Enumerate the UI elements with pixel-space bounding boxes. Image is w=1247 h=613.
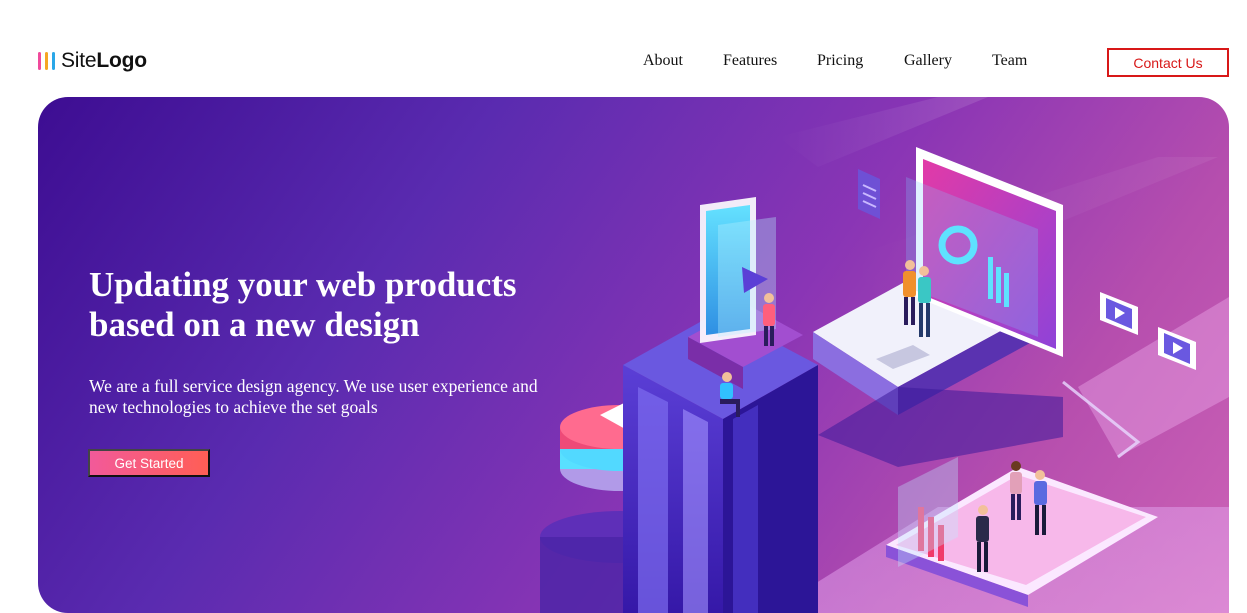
film-strip-icon-1: [1100, 292, 1138, 335]
nav-link-gallery[interactable]: Gallery: [904, 52, 952, 70]
tower-stripe-2: [683, 409, 708, 613]
tower-stripe-1: [638, 387, 668, 613]
nav-link-pricing[interactable]: Pricing: [817, 52, 863, 70]
screen-bar-3: [1004, 273, 1009, 307]
logo-text-light: Site: [61, 49, 97, 72]
logo-bar-blue: [52, 52, 55, 70]
hero-subtitle: We are a full service design agency. We …: [89, 376, 538, 417]
light-beam-1: [778, 97, 988, 167]
logo-bar-orange: [45, 52, 48, 70]
hero-title: Updating your web products based on a ne…: [89, 265, 517, 344]
document-icon: [858, 169, 880, 219]
site-logo[interactable]: SiteLogo: [38, 48, 147, 74]
logo-text-bold: Logo: [96, 49, 147, 72]
tower-stripe-3: [733, 405, 758, 613]
nav-link-about[interactable]: About: [643, 52, 683, 70]
screen-bar-1: [988, 257, 993, 299]
hero-section: Updating your web products based on a ne…: [38, 97, 1229, 613]
contact-us-button[interactable]: Contact Us: [1107, 48, 1229, 77]
nav-link-team[interactable]: Team: [992, 52, 1027, 70]
logo-text: SiteLogo: [61, 49, 147, 73]
isometric-design-agency-illustration: [540, 97, 1229, 613]
get-started-button[interactable]: Get Started: [88, 449, 210, 477]
logo-mark-icon: [38, 52, 55, 70]
floor-strip: [1078, 297, 1229, 457]
laptop-shadow-stack: [818, 387, 1063, 467]
nav-link-features[interactable]: Features: [723, 52, 777, 70]
logo-bar-pink: [38, 52, 41, 70]
screen-bar-2: [996, 267, 1001, 303]
